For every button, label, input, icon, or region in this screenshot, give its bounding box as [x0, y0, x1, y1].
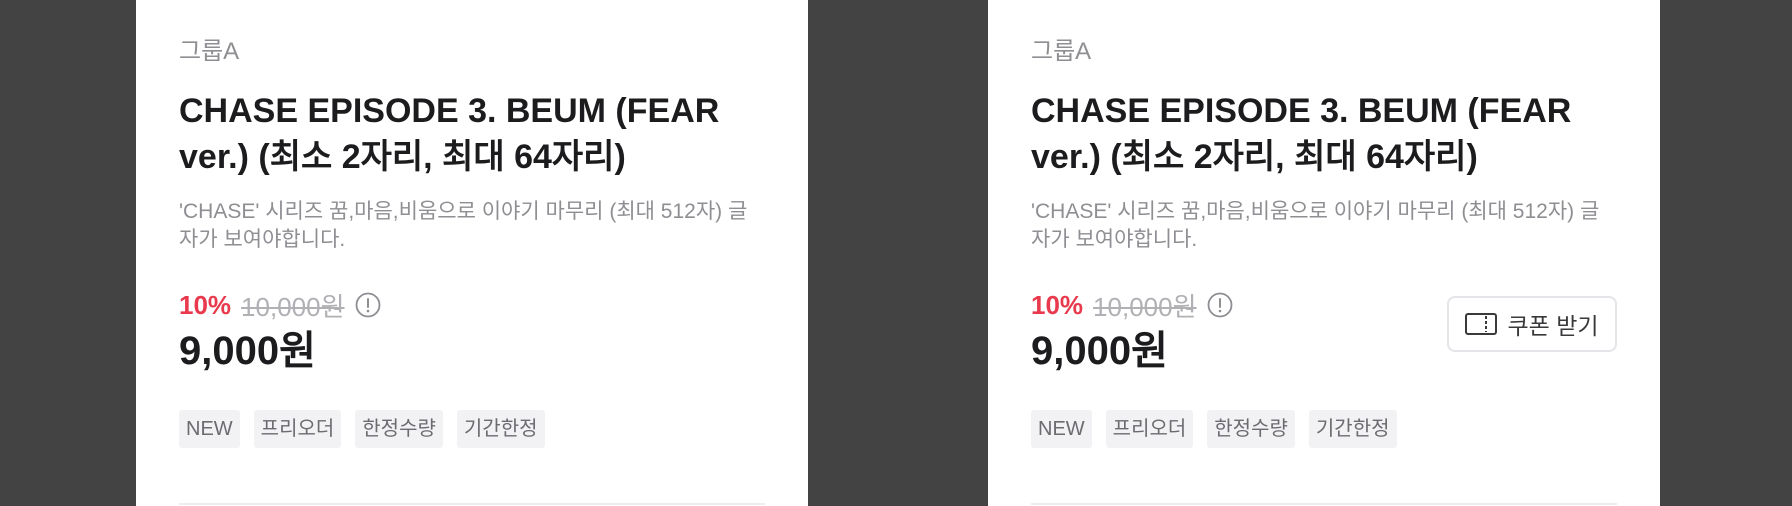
price-area: 10% 10,000원 9,000원 쿠폰 받기 — [1031, 288, 1617, 380]
discount-rate: 10% — [1031, 289, 1084, 320]
product-card-2: 그룹A CHASE EPISODE 3. BEUM (FEAR ver.) (최… — [988, 0, 1660, 506]
tag-new: NEW — [179, 410, 240, 448]
product-description: 'CHASE' 시리즈 꿈,마음,비움으로 이야기 마무리 (최대 512자) … — [179, 200, 748, 251]
original-price: 10,000원 — [1093, 291, 1197, 322]
price-area: 10% 10,000원 9,000원 — [179, 288, 765, 380]
tag-preorder: 프리오더 — [253, 410, 342, 448]
divider — [1031, 503, 1617, 505]
info-circle-icon[interactable] — [355, 292, 381, 318]
tag-preorder: 프리오더 — [1105, 410, 1194, 448]
group-label: 그룹A — [1031, 38, 1092, 65]
discount-row: 10% 10,000원 — [179, 288, 765, 322]
group-label: 그룹A — [179, 38, 240, 65]
tag-new: NEW — [1031, 410, 1092, 448]
product-title: CHASE EPISODE 3. BEUM (FEAR ver.) (최소 2자… — [179, 92, 720, 176]
info-circle-icon[interactable] — [1207, 292, 1233, 318]
tag-limited-period: 기간한정 — [456, 410, 545, 448]
original-price: 10,000원 — [241, 291, 345, 322]
divider — [179, 503, 765, 505]
tag-list: NEW 프리오더 한정수량 기간한정 — [1031, 410, 1617, 448]
product-title: CHASE EPISODE 3. BEUM (FEAR ver.) (최소 2자… — [1031, 92, 1572, 176]
coupon-button[interactable]: 쿠폰 받기 — [1447, 296, 1617, 352]
product-card-1: 그룹A CHASE EPISODE 3. BEUM (FEAR ver.) (최… — [136, 0, 808, 506]
tag-limited-quantity: 한정수량 — [1207, 410, 1295, 448]
product-description: 'CHASE' 시리즈 꿈,마음,비움으로 이야기 마무리 (최대 512자) … — [1031, 200, 1600, 251]
coupon-button-label: 쿠폰 받기 — [1507, 313, 1599, 339]
coupon-ticket-icon — [1465, 313, 1498, 335]
tag-list: NEW 프리오더 한정수량 기간한정 — [179, 410, 765, 448]
discount-rate: 10% — [179, 289, 232, 320]
final-price: 9,000원 — [179, 329, 316, 373]
tag-limited-period: 기간한정 — [1308, 410, 1397, 448]
tag-limited-quantity: 한정수량 — [355, 410, 443, 448]
